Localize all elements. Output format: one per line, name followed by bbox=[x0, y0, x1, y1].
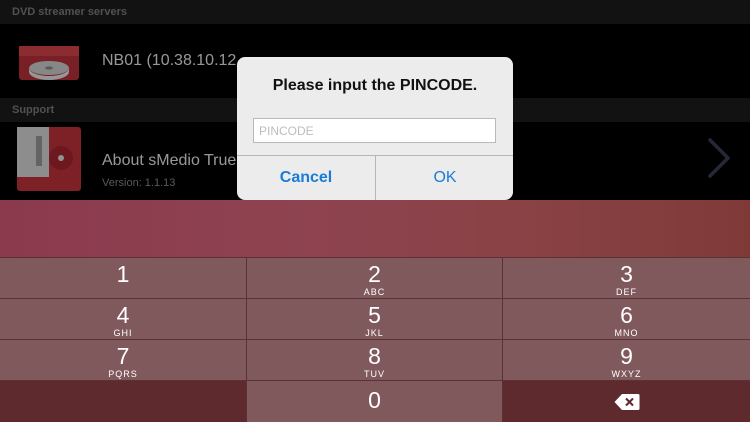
ok-button[interactable]: OK bbox=[376, 156, 513, 200]
key-0-number: 0 bbox=[368, 387, 381, 413]
key-4-letters: GHI bbox=[113, 328, 133, 338]
key-7-letters: PQRS bbox=[108, 369, 138, 379]
key-7-number: 7 bbox=[116, 343, 130, 369]
dialog-title: Please input the PINCODE. bbox=[272, 77, 478, 94]
key-9[interactable]: 9 WXYZ bbox=[503, 340, 750, 380]
key-2[interactable]: 2 ABC bbox=[247, 258, 502, 298]
key-9-letters: WXYZ bbox=[611, 369, 642, 379]
key-8[interactable]: 8 TUV bbox=[247, 340, 502, 380]
key-6-number: 6 bbox=[620, 302, 633, 328]
key-6-letters: MNO bbox=[614, 328, 639, 338]
key-2-letters: ABC bbox=[363, 287, 386, 297]
key-0[interactable]: 0 bbox=[247, 381, 502, 422]
key-5[interactable]: 5 JKL bbox=[247, 299, 502, 339]
key-3[interactable]: 3 DEF bbox=[503, 258, 750, 298]
key-3-number: 3 bbox=[620, 261, 633, 287]
key-1[interactable]: 1 bbox=[0, 258, 246, 298]
key-1-number: 1 bbox=[116, 261, 130, 287]
delete-backspace-icon bbox=[614, 394, 640, 410]
keyboard-top-area bbox=[0, 200, 750, 257]
key-7[interactable]: 7 PQRS bbox=[0, 340, 246, 380]
key-6[interactable]: 6 MNO bbox=[503, 299, 750, 339]
key-5-number: 5 bbox=[368, 302, 381, 328]
pincode-dialog: Please input the PINCODE. Cancel OK bbox=[237, 57, 513, 200]
key-3-letters: DEF bbox=[616, 287, 637, 297]
key-blank bbox=[0, 381, 246, 422]
key-4-number: 4 bbox=[116, 302, 130, 328]
key-8-number: 8 bbox=[368, 343, 381, 369]
pincode-input[interactable] bbox=[253, 118, 496, 143]
key-2-number: 2 bbox=[368, 261, 381, 287]
key-9-number: 9 bbox=[620, 343, 633, 369]
key-5-letters: JKL bbox=[365, 328, 384, 338]
key-4[interactable]: 4 GHI bbox=[0, 299, 246, 339]
cancel-button[interactable]: Cancel bbox=[237, 156, 375, 200]
delete-key[interactable] bbox=[503, 381, 750, 422]
numeric-keypad: 1 2 ABC 3 DEF 4 GHI 5 JKL 6 MNO 7 PQRS 8… bbox=[0, 257, 750, 422]
key-8-letters: TUV bbox=[364, 369, 385, 379]
